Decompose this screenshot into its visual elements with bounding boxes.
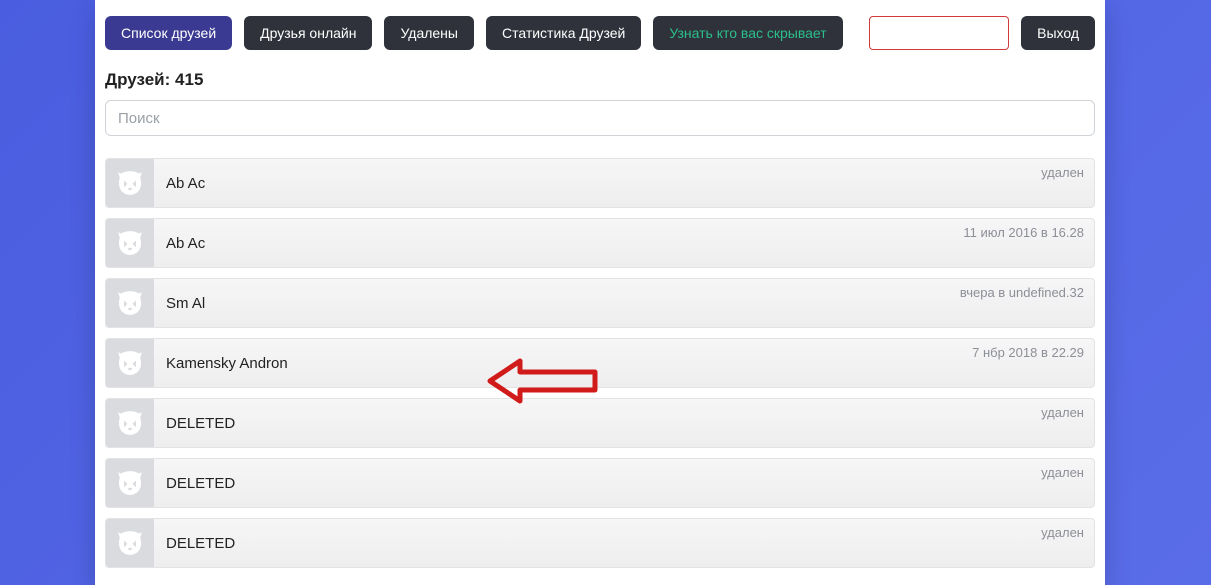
avatar bbox=[106, 159, 154, 207]
avatar bbox=[106, 219, 154, 267]
list-item[interactable]: DELETED удален bbox=[105, 518, 1095, 568]
logout-button[interactable]: Выход bbox=[1021, 16, 1095, 50]
search-input[interactable] bbox=[105, 100, 1095, 136]
friend-name: Ab Ac bbox=[166, 235, 205, 252]
friend-status: удален bbox=[1041, 405, 1084, 420]
nav-friends-online[interactable]: Друзья онлайн bbox=[244, 16, 372, 50]
avatar bbox=[106, 279, 154, 327]
friend-name: Ab Ac bbox=[166, 175, 205, 192]
friends-count: Друзей: 415 bbox=[105, 70, 1095, 90]
friend-status: удален bbox=[1041, 525, 1084, 540]
friend-name: Kamensky Andron bbox=[166, 355, 288, 372]
dog-avatar-icon bbox=[113, 226, 147, 260]
friend-status: 7 нбр 2018 в 22.29 bbox=[972, 345, 1084, 360]
dog-avatar-icon bbox=[113, 166, 147, 200]
avatar bbox=[106, 399, 154, 447]
friend-status: удален bbox=[1041, 165, 1084, 180]
avatar bbox=[106, 519, 154, 567]
list-item[interactable]: DELETED удален bbox=[105, 458, 1095, 508]
nav-deleted[interactable]: Удалены bbox=[384, 16, 474, 50]
friend-status: вчера в undefined.32 bbox=[960, 285, 1084, 300]
top-toolbar: Список друзей Друзья онлайн Удалены Стат… bbox=[105, 16, 1095, 50]
friends-list: Ab Ac удален Ab Ac 11 июл 2016 в 16.28 S… bbox=[105, 158, 1095, 568]
dog-avatar-icon bbox=[113, 466, 147, 500]
nav-friends-stats[interactable]: Статистика Друзей bbox=[486, 16, 641, 50]
main-panel: Список друзей Друзья онлайн Удалены Стат… bbox=[95, 0, 1105, 585]
list-item[interactable]: Sm Al вчера в undefined.32 bbox=[105, 278, 1095, 328]
list-item[interactable]: Kamensky Andron 7 нбр 2018 в 22.29 bbox=[105, 338, 1095, 388]
avatar bbox=[106, 339, 154, 387]
nav-who-hides[interactable]: Узнать кто вас скрывает bbox=[653, 16, 842, 50]
dog-avatar-icon bbox=[113, 286, 147, 320]
friends-count-label: Друзей: bbox=[105, 70, 175, 89]
friend-name: DELETED bbox=[166, 415, 235, 432]
code-input[interactable] bbox=[869, 16, 1009, 50]
list-item[interactable]: Ab Ac 11 июл 2016 в 16.28 bbox=[105, 218, 1095, 268]
nav-friends-list[interactable]: Список друзей bbox=[105, 16, 232, 50]
dog-avatar-icon bbox=[113, 526, 147, 560]
avatar bbox=[106, 459, 154, 507]
dog-avatar-icon bbox=[113, 406, 147, 440]
list-item[interactable]: DELETED удален bbox=[105, 398, 1095, 448]
friend-name: DELETED bbox=[166, 475, 235, 492]
friend-name: Sm Al bbox=[166, 295, 205, 312]
friend-name: DELETED bbox=[166, 535, 235, 552]
list-item[interactable]: Ab Ac удален bbox=[105, 158, 1095, 208]
friends-count-value: 415 bbox=[175, 70, 203, 89]
friend-status: 11 июл 2016 в 16.28 bbox=[963, 225, 1084, 240]
friend-status: удален bbox=[1041, 465, 1084, 480]
dog-avatar-icon bbox=[113, 346, 147, 380]
